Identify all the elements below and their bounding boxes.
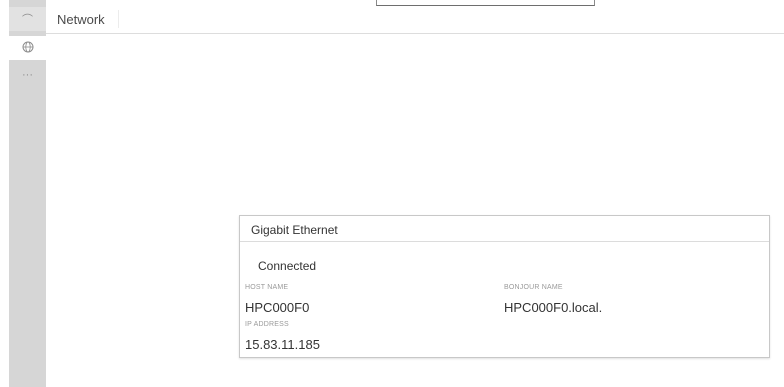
host-name-label: HOST NAME (245, 284, 289, 291)
card-header: Gigabit Ethernet (240, 216, 769, 242)
left-rail (0, 0, 9, 387)
bonjour-name-value: HPC000F0.local. (504, 300, 603, 315)
gigabit-ethernet-card: Gigabit Ethernet Connected HOST NAME HPC… (239, 215, 770, 358)
top-input-field[interactable] (376, 0, 595, 6)
sidebar-item-more[interactable]: ··· (9, 64, 46, 86)
sidebar: ⌒ ··· (9, 0, 46, 387)
network-globe-icon (22, 41, 34, 56)
sidebar-item-network[interactable] (9, 36, 46, 60)
ip-address-label: IP ADDRESS (245, 321, 289, 328)
title-divider (118, 10, 119, 28)
host-name-value: HPC000F0 (245, 300, 310, 315)
connection-status: Connected (258, 259, 317, 273)
sidebar-item-home[interactable]: ⌒ (9, 7, 46, 31)
card-title: Gigabit Ethernet (251, 223, 338, 237)
top-bar: Network (46, 0, 784, 34)
more-icon: ··· (22, 69, 33, 81)
ip-address-value: 15.83.11.185 (245, 337, 320, 352)
home-icon: ⌒ (22, 14, 33, 26)
bonjour-name-label: BONJOUR NAME (504, 284, 563, 291)
page-title: Network (57, 12, 105, 27)
